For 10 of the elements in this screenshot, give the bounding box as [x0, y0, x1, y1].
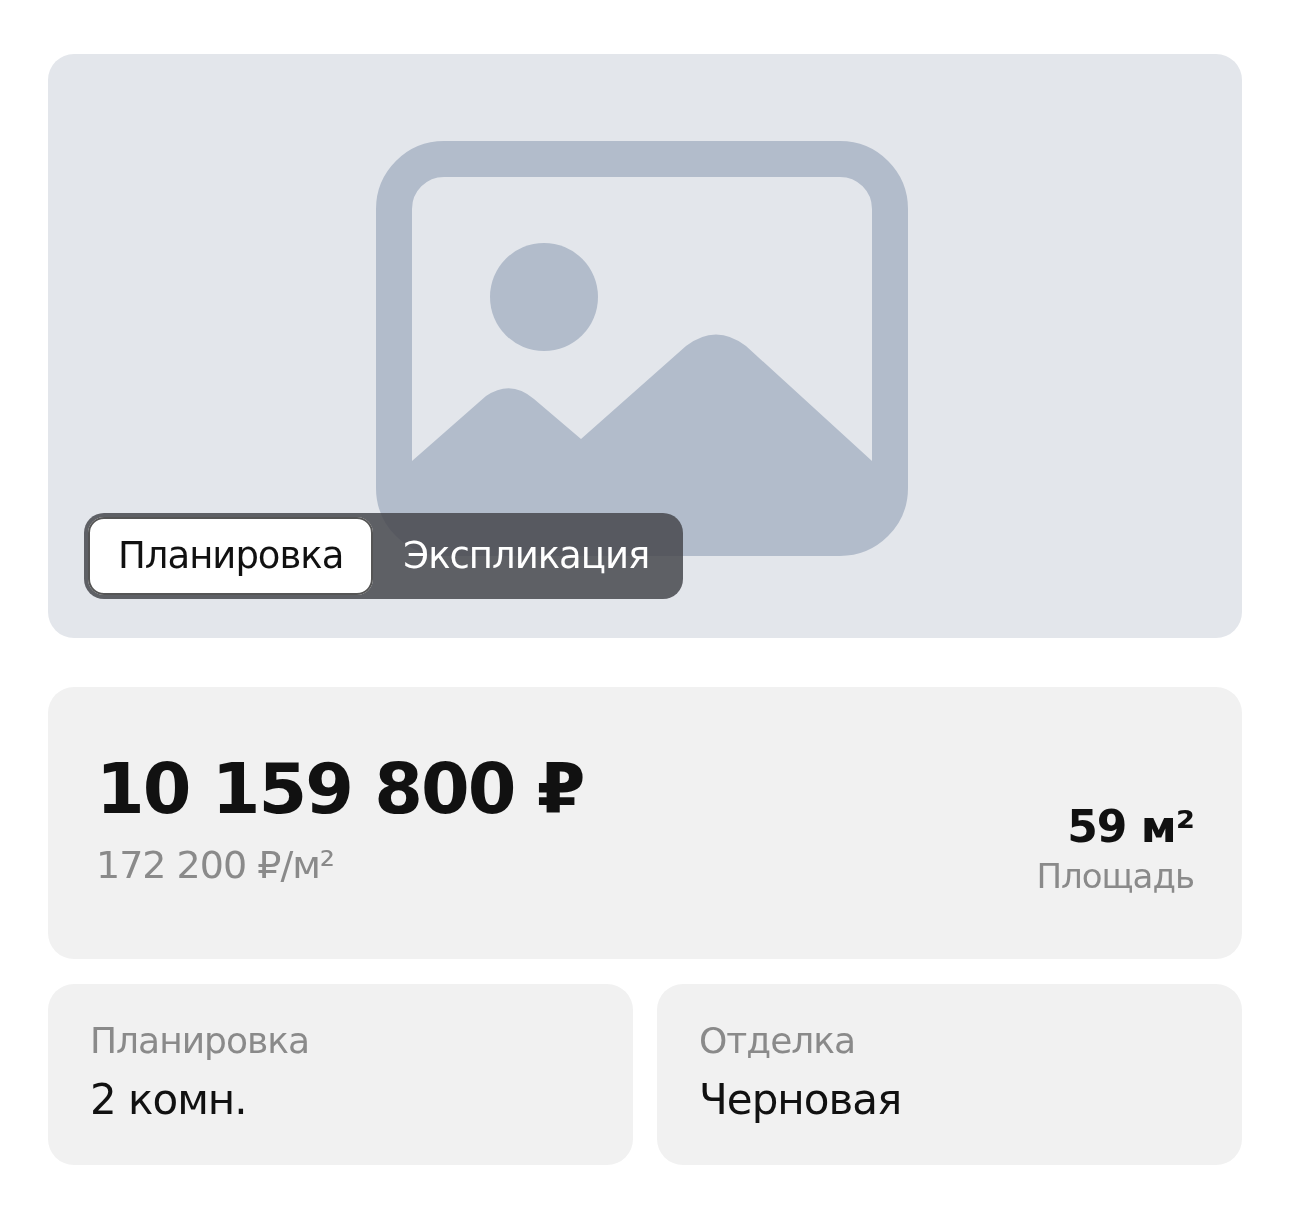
detail-value: 2 комн. [90, 1075, 248, 1124]
detail-label: Отделка [699, 1020, 857, 1061]
detail-label: Планировка [90, 1020, 310, 1061]
view-tab[interactable]: Экспликация [373, 517, 680, 595]
area-value: 59 м² [1067, 801, 1194, 852]
area-label: Площадь [1036, 856, 1194, 896]
price: 10 159 800 ₽ [96, 749, 584, 829]
detail-value: Черновая [699, 1075, 903, 1124]
price-per-meter: 172 200 ₽/м² [96, 843, 336, 887]
view-tab[interactable]: Планировка [88, 517, 374, 595]
